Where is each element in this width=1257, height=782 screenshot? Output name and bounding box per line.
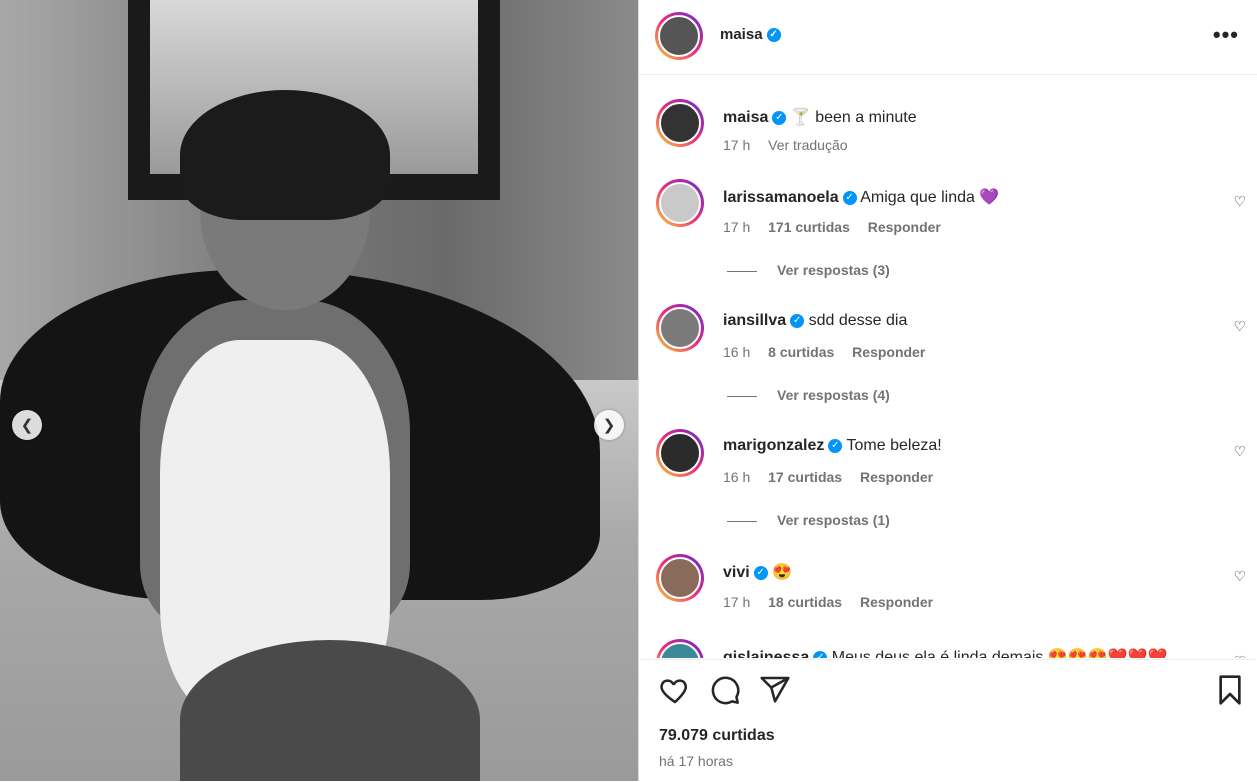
caption-time: 17 h xyxy=(723,137,751,153)
photo-hair xyxy=(180,90,390,220)
next-image-button[interactable]: ❯ xyxy=(594,410,624,440)
verified-badge-icon: ✓ xyxy=(766,28,781,43)
view-replies-button[interactable]: Ver respostas (1) xyxy=(727,512,890,528)
view-replies-label: Ver respostas (3) xyxy=(777,262,890,278)
verified-badge-icon: ✓ xyxy=(828,438,843,453)
comment-avatar[interactable] xyxy=(656,639,704,658)
more-options-icon[interactable]: ••• xyxy=(1213,22,1239,48)
caption-text: 🍸 been a minute xyxy=(790,109,917,126)
verified-badge-icon: ✓ xyxy=(772,110,787,125)
comment-avatar[interactable] xyxy=(656,429,704,477)
divider-line xyxy=(727,270,757,272)
comment-username[interactable]: gislainessa xyxy=(723,649,809,658)
comment-text: Amiga que linda 💜 xyxy=(860,189,1000,206)
comment-text: Tome beleza! xyxy=(846,437,942,454)
comment-like-heart-icon[interactable]: ♡ xyxy=(1233,443,1246,460)
post-actions-bar: 79.079 curtidas há 17 horas xyxy=(639,659,1256,782)
post-time[interactable]: há 17 horas xyxy=(659,753,733,769)
chevron-right-icon: ❯ xyxy=(602,417,616,434)
comment-like-heart-icon[interactable]: ♡ xyxy=(1233,568,1246,585)
post-media: ❮ ❯ xyxy=(0,0,638,781)
post-header: maisa ✓ ••• xyxy=(639,0,1257,75)
divider-line xyxy=(727,395,757,397)
comment-likes[interactable]: 171 curtidas xyxy=(768,219,850,235)
comment-text: 😍 xyxy=(772,564,793,581)
comment-like-heart-icon[interactable]: ♡ xyxy=(1233,653,1246,658)
comment-bubble-icon[interactable] xyxy=(709,674,741,706)
comment-avatar[interactable] xyxy=(656,554,704,602)
comment-like-heart-icon[interactable]: ♡ xyxy=(1233,193,1246,210)
comment-likes[interactable]: 17 curtidas xyxy=(768,469,842,485)
comment-avatar[interactable] xyxy=(656,179,704,227)
comments-list[interactable]: maisa ✓ 🍸 been a minute 17 h Ver tradução… xyxy=(639,75,1256,658)
comment-avatar[interactable] xyxy=(656,304,704,352)
like-heart-icon[interactable] xyxy=(659,674,691,706)
comment-time: 17 h xyxy=(723,219,751,235)
verified-badge-icon: ✓ xyxy=(790,313,805,328)
comment-username[interactable]: iansillva xyxy=(723,312,786,329)
view-replies-button[interactable]: Ver respostas (3) xyxy=(727,262,890,278)
chevron-left-icon: ❮ xyxy=(20,417,34,434)
share-paper-plane-icon[interactable] xyxy=(759,674,791,706)
reply-button[interactable]: Responder xyxy=(860,469,933,485)
author-username[interactable]: maisa xyxy=(720,26,763,43)
comment-likes[interactable]: 18 curtidas xyxy=(768,594,842,610)
reply-button[interactable]: Responder xyxy=(860,594,933,610)
view-replies-button[interactable]: Ver respostas (4) xyxy=(727,387,890,403)
caption-avatar[interactable] xyxy=(656,99,704,147)
comment-text: sdd desse dia xyxy=(808,312,908,329)
view-replies-label: Ver respostas (4) xyxy=(777,387,890,403)
comment-username[interactable]: vivi xyxy=(723,564,750,581)
author-avatar[interactable] xyxy=(655,12,703,60)
reply-button[interactable]: Responder xyxy=(868,219,941,235)
verified-badge-icon: ✓ xyxy=(842,190,857,205)
comment-time: 16 h xyxy=(723,469,751,485)
post-details-panel: maisa ✓ ••• maisa ✓ 🍸 been a minute 17 h V… xyxy=(638,0,1257,781)
caption-username[interactable]: maisa xyxy=(723,109,768,126)
comment-time: 16 h xyxy=(723,344,751,360)
comment-text: Meus deus ela é linda demais 😍😍😍❤️❤️❤️ xyxy=(831,649,1168,658)
comment-username[interactable]: larissamanoela xyxy=(723,189,839,206)
comment-username[interactable]: marigonzalez xyxy=(723,437,824,454)
comment-time: 17 h xyxy=(723,594,751,610)
comment-like-heart-icon[interactable]: ♡ xyxy=(1233,318,1246,335)
view-replies-label: Ver respostas (1) xyxy=(777,512,890,528)
translate-link[interactable]: Ver tradução xyxy=(768,137,847,153)
save-bookmark-icon[interactable] xyxy=(1214,674,1246,706)
comment-likes[interactable]: 8 curtidas xyxy=(768,344,834,360)
verified-badge-icon: ✓ xyxy=(753,565,768,580)
verified-badge-icon: ✓ xyxy=(813,650,828,658)
previous-image-button[interactable]: ❮ xyxy=(12,410,42,440)
likes-count[interactable]: 79.079 curtidas xyxy=(659,727,775,745)
divider-line xyxy=(727,520,757,522)
reply-button[interactable]: Responder xyxy=(852,344,925,360)
